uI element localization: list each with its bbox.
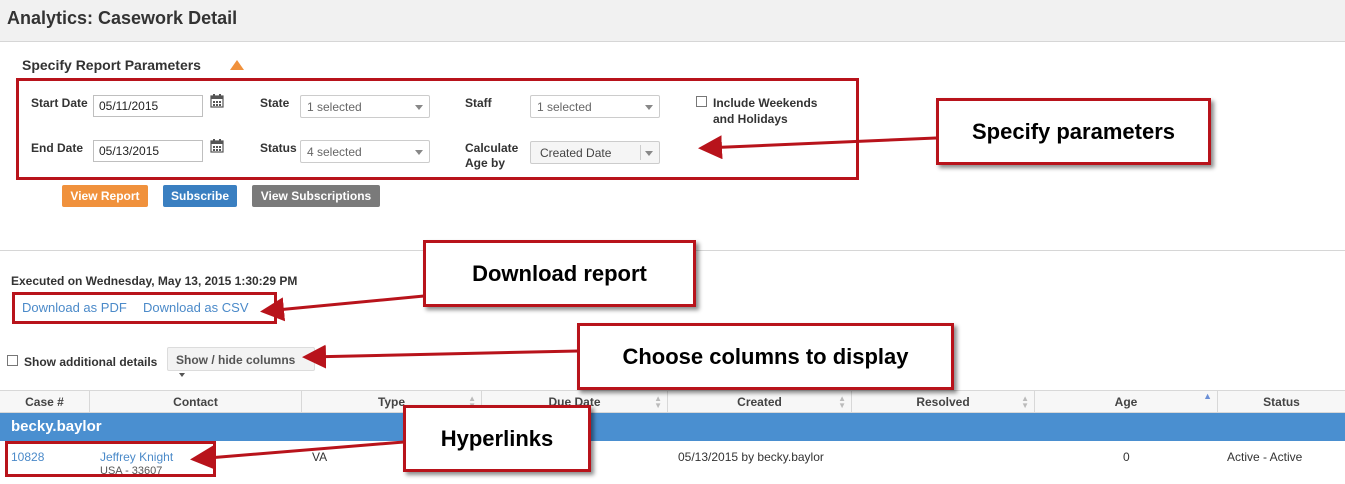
calendar-icon[interactable]: [210, 139, 224, 153]
callout-choose-columns: Choose columns to display: [577, 323, 954, 390]
created-cell: 05/13/2015 by becky.baylor: [678, 450, 824, 464]
callout-specify-parameters: Specify parameters: [936, 98, 1211, 165]
start-date-label: Start Date: [31, 96, 88, 110]
calculate-age-label: Calculate Age by: [465, 141, 518, 171]
executed-timestamp: Executed on Wednesday, May 13, 2015 1:30…: [11, 274, 298, 288]
calculate-age-select-value: Created Date: [540, 146, 612, 160]
calculate-age-label-line2: Age by: [465, 156, 506, 170]
section-title: Specify Report Parameters: [22, 57, 201, 73]
callout-download-report: Download report: [423, 240, 696, 307]
sort-asc-icon: ▲: [1203, 391, 1212, 401]
view-subscriptions-button[interactable]: View Subscriptions: [252, 185, 380, 207]
group-name: becky.baylor: [11, 418, 102, 435]
state-select-value: 1 selected: [307, 100, 362, 114]
show-hide-columns-label: Show / hide columns: [176, 353, 296, 367]
show-details-checkbox[interactable]: [7, 355, 18, 366]
state-select[interactable]: 1 selected: [300, 95, 430, 118]
hyperlinks-highlight: [5, 441, 216, 477]
status-select-value: 4 selected: [307, 145, 362, 159]
chevron-down-icon: [645, 151, 653, 156]
sort-icon: ▲▼: [1021, 394, 1029, 410]
end-date-label: End Date: [31, 141, 84, 155]
chevron-down-icon: [415, 105, 423, 110]
sort-icon: ▲▼: [838, 394, 846, 410]
download-csv-link[interactable]: Download as CSV: [143, 300, 249, 315]
state-label: State: [260, 96, 290, 110]
staff-select-value: 1 selected: [537, 100, 592, 114]
status-cell: Active - Active: [1227, 450, 1303, 464]
arrow-download: [260, 294, 425, 322]
collapse-arrow-icon[interactable]: [230, 60, 244, 70]
arrow-columns: [302, 344, 579, 369]
parameters-highlight: [16, 78, 859, 180]
calculate-age-label-line1: Calculate: [465, 141, 519, 155]
title-bar: Analytics: Casework Detail: [0, 0, 1345, 42]
download-pdf-link[interactable]: Download as PDF: [22, 300, 127, 315]
calendar-icon[interactable]: [210, 94, 224, 108]
callout-hyperlinks: Hyperlinks: [403, 405, 591, 472]
age-cell: 0: [1123, 450, 1130, 464]
include-weekends-label-line1: Include Weekends: [713, 96, 818, 110]
column-header-status[interactable]: Status: [1218, 391, 1345, 412]
staff-label: Staff: [465, 96, 492, 110]
show-details-label: Show additional details: [24, 355, 158, 369]
table-header: Case # Contact Type▲▼ Due Date▲▼ Created…: [0, 390, 1345, 413]
include-weekends-label: Include Weekends and Holidays: [713, 95, 817, 127]
page-title: Analytics: Casework Detail: [7, 8, 238, 28]
chevron-down-icon: [645, 105, 653, 110]
sort-icon: ▲▼: [654, 394, 662, 410]
include-weekends-checkbox[interactable]: [696, 96, 707, 107]
status-select[interactable]: 4 selected: [300, 140, 430, 163]
calculate-age-select[interactable]: Created Date: [530, 141, 660, 164]
start-date-input[interactable]: [93, 95, 203, 117]
status-label: Status: [260, 141, 297, 155]
type-cell: VA: [312, 450, 328, 464]
view-report-button[interactable]: View Report: [62, 185, 148, 207]
select-divider: [640, 145, 641, 160]
include-weekends-label-line2: and Holidays: [713, 112, 788, 126]
column-header-created[interactable]: Created ▲ ▼: [668, 391, 852, 412]
column-header-age[interactable]: Age ▲: [1035, 391, 1218, 412]
column-header-case[interactable]: Case #: [0, 391, 90, 412]
show-hide-columns-button[interactable]: Show / hide columns: [167, 347, 315, 377]
caret-down-icon: [179, 372, 185, 377]
chevron-down-icon: [415, 150, 423, 155]
column-header-resolved[interactable]: Resolved ▲ ▼: [852, 391, 1035, 412]
end-date-input[interactable]: [93, 140, 203, 162]
column-header-contact[interactable]: Contact: [90, 391, 302, 412]
subscribe-button[interactable]: Subscribe: [163, 185, 237, 207]
staff-select[interactable]: 1 selected: [530, 95, 660, 118]
group-row: becky.baylor: [0, 413, 1345, 441]
